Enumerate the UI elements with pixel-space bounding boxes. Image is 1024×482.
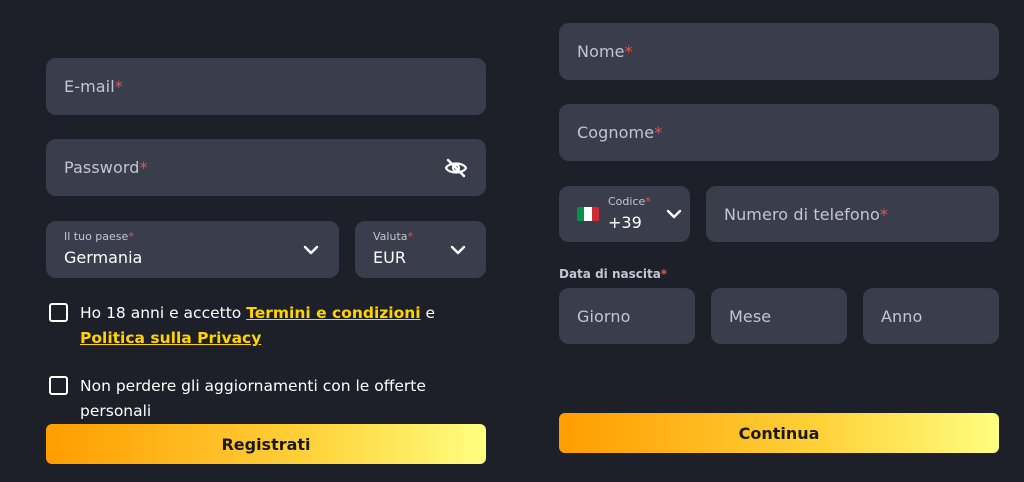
birth-year-placeholder: Anno (881, 306, 923, 326)
email-placeholder: E-mail* (64, 77, 123, 96)
terms-row: Ho 18 anni e accetto Termini e condizion… (49, 301, 489, 351)
phone-code-select[interactable]: Codice* +39 (559, 186, 690, 242)
newsletter-text: Non perdere gli aggiornamenti con le off… (80, 377, 426, 420)
phone-number-field[interactable]: Numero di telefono* (706, 186, 999, 242)
newsletter-checkbox[interactable] (49, 376, 68, 395)
first-name-field[interactable]: Nome* (559, 23, 999, 80)
password-placeholder: Password* (64, 158, 148, 177)
continue-button[interactable]: Continua (559, 413, 999, 453)
first-name-placeholder: Nome* (577, 42, 633, 61)
chevron-down-icon (666, 209, 682, 219)
birth-year-field[interactable]: Anno (863, 288, 999, 344)
terms-text: Ho 18 anni e accetto Termini e condizion… (80, 304, 436, 347)
last-name-placeholder: Cognome* (577, 123, 663, 142)
birth-month-field[interactable]: Mese (711, 288, 847, 344)
currency-label: Valuta* (373, 230, 413, 243)
chevron-down-icon (450, 245, 466, 254)
terms-link[interactable]: Termini e condizioni (246, 304, 420, 322)
currency-value: EUR (373, 248, 406, 267)
phone-code-value: +39 (608, 213, 642, 232)
birth-month-placeholder: Mese (729, 306, 772, 326)
birth-date-label: Data di nascita* (559, 267, 668, 281)
eye-off-icon[interactable] (444, 158, 468, 178)
newsletter-row: Non perdere gli aggiornamenti con le off… (49, 374, 499, 424)
birth-day-field[interactable]: Giorno (559, 288, 695, 344)
privacy-link[interactable]: Politica sulla Privacy (80, 329, 261, 347)
phone-number-placeholder: Numero di telefono* (724, 204, 888, 224)
password-field[interactable]: Password* (46, 139, 486, 196)
chevron-down-icon (303, 245, 319, 254)
country-value: Germania (64, 248, 143, 267)
country-label: Il tuo paese* (64, 230, 134, 243)
email-field[interactable]: E-mail* (46, 58, 486, 115)
terms-checkbox[interactable] (49, 303, 68, 322)
currency-select[interactable]: Valuta* EUR (355, 221, 486, 278)
country-select[interactable]: Il tuo paese* Germania (46, 221, 339, 278)
phone-code-label: Codice* (608, 195, 651, 208)
birth-day-placeholder: Giorno (577, 306, 631, 326)
register-button[interactable]: Registrati (46, 424, 486, 464)
italy-flag-icon (577, 207, 599, 221)
last-name-field[interactable]: Cognome* (559, 104, 999, 161)
